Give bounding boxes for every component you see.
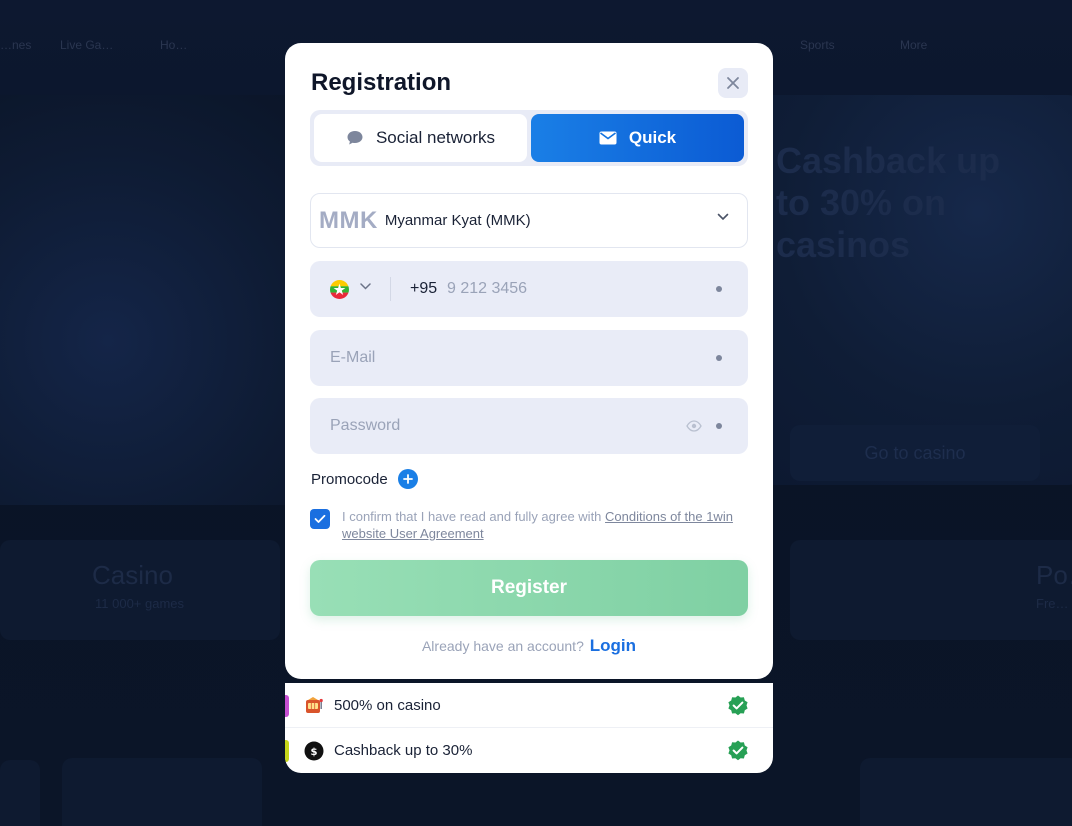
modal-title: Registration: [311, 69, 452, 96]
password-input[interactable]: [330, 398, 660, 454]
chevron-down-icon[interactable]: [360, 283, 371, 290]
bg-nav-item: …nes: [0, 38, 32, 52]
currency-code: MMK: [319, 206, 378, 234]
required-indicator: [716, 355, 722, 361]
myanmar-flag-icon[interactable]: [330, 280, 349, 299]
bonus-text: Cashback up to 30%: [334, 742, 473, 759]
tab-social-networks-label: Social networks: [375, 128, 496, 147]
bonus-accent: [285, 740, 289, 762]
phone-input[interactable]: [447, 261, 697, 317]
login-prompt: Already have an account? Login: [285, 636, 773, 656]
verified-check-icon: [728, 695, 748, 716]
tab-quick-label: Quick: [628, 128, 677, 147]
email-field: [310, 330, 748, 386]
bg-poker-title: Po…: [1036, 560, 1072, 590]
agreement-text: I confirm that I have read and fully agr…: [342, 508, 740, 542]
tab-quick[interactable]: Quick: [531, 114, 744, 162]
bg-banner-left: [0, 95, 300, 505]
agreement: I confirm that I have read and fully agr…: [310, 508, 740, 542]
bg-tile: [62, 758, 262, 826]
bonus-panel: 500% on casino $ Cashback up to 30%: [285, 683, 773, 773]
plus-icon: [397, 469, 418, 489]
bg-tile: [0, 760, 40, 826]
bonus-row: $ Cashback up to 30%: [285, 727, 773, 773]
close-icon: [727, 77, 739, 89]
bg-casino-button: Go to casino: [790, 425, 1040, 481]
tab-social-networks[interactable]: Social networks: [314, 114, 527, 162]
eye-icon[interactable]: [686, 418, 702, 434]
required-indicator: [716, 286, 722, 292]
bg-poker-subtitle: Fre…: [1036, 596, 1069, 611]
login-prompt-text: Already have an account?: [421, 638, 584, 654]
registration-tabs: Social networks Quick: [310, 110, 748, 166]
svg-text:$: $: [311, 747, 318, 758]
phone-field: +95: [310, 261, 748, 317]
bg-casino-title: Casino: [92, 560, 173, 590]
promocode-toggle[interactable]: Promocode: [311, 469, 418, 489]
chat-bubble-icon: [347, 131, 363, 145]
password-field: [310, 398, 748, 454]
bg-nav-item: Live Ga…: [60, 38, 114, 52]
register-button[interactable]: Register: [310, 560, 748, 616]
close-button[interactable]: [718, 68, 748, 98]
bg-tile: [860, 758, 1072, 826]
envelope-icon: [599, 131, 617, 145]
agreement-checkbox[interactable]: [310, 509, 330, 529]
email-input[interactable]: [330, 330, 690, 386]
bg-nav-item: Ho…: [160, 38, 188, 52]
slot-machine-icon: [303, 694, 325, 716]
chevron-down-icon: [717, 213, 729, 221]
registration-modal: Registration Social networks Quick MMK M…: [285, 43, 773, 679]
bg-poker-card: [790, 540, 1072, 640]
login-link[interactable]: Login: [590, 636, 636, 655]
currency-name: Myanmar Kyat (MMK): [384, 212, 531, 229]
required-indicator: [716, 423, 722, 429]
divider: [390, 277, 391, 301]
checkmark-icon: [314, 514, 326, 523]
phone-country-code: +95: [410, 280, 438, 297]
cashback-icon: $: [303, 740, 325, 762]
promocode-label: Promocode: [311, 470, 388, 488]
bg-casino-subtitle: 11 000+ games: [95, 596, 185, 611]
bonus-accent: [285, 695, 289, 717]
bonus-text: 500% on casino: [334, 696, 441, 714]
currency-select[interactable]: MMK Myanmar Kyat (MMK): [310, 193, 748, 248]
bonus-row: 500% on casino: [285, 683, 773, 727]
agreement-statement: I confirm that I have read and fully agr…: [342, 509, 606, 524]
bg-nav-item: Sports: [800, 38, 835, 52]
bg-nav-item: More: [900, 38, 928, 52]
bg-banner-text: Cashback up to 30% on casinos: [776, 140, 1001, 265]
verified-check-icon: [728, 740, 748, 761]
